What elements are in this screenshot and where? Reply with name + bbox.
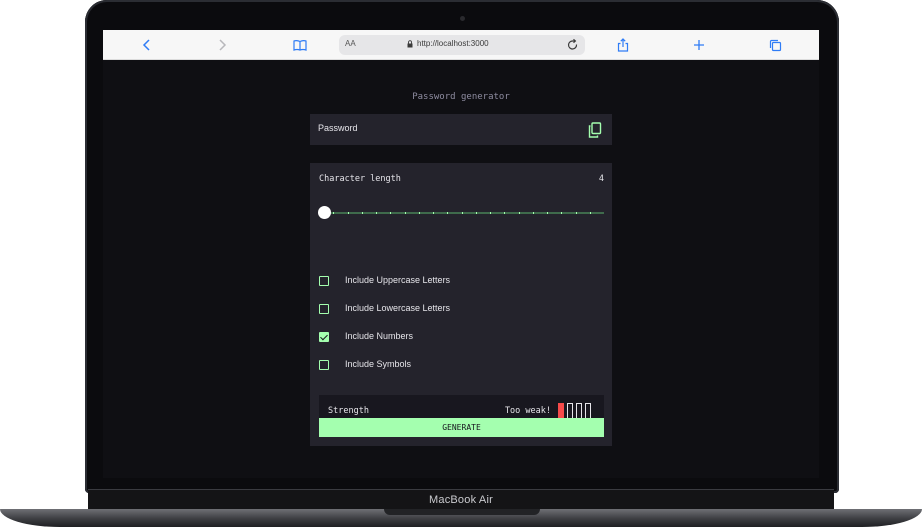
settings-panel: Character length 4 Include Uppercase Let…	[310, 163, 612, 446]
slider-tick	[447, 212, 449, 214]
laptop-hinge: MacBook Air	[88, 489, 834, 511]
new-tab-button[interactable]	[690, 36, 708, 54]
forward-icon	[219, 39, 227, 51]
option-lowercase[interactable]: Include Lowercase Letters	[319, 302, 519, 316]
uppercase-checkbox[interactable]	[319, 276, 329, 286]
forward-button[interactable]	[213, 36, 231, 54]
slider-tick	[404, 212, 406, 214]
numbers-checkbox[interactable]	[319, 332, 329, 342]
tabs-icon	[769, 39, 781, 51]
back-icon	[142, 39, 150, 51]
slider-tick	[347, 212, 349, 214]
copy-icon	[588, 122, 602, 138]
lowercase-checkbox[interactable]	[319, 304, 329, 314]
new-tab-icon	[694, 40, 704, 50]
slider-tick	[504, 212, 506, 214]
option-label: Include Numbers	[345, 331, 414, 341]
safari-toolbar: AA http://localhost:3000	[103, 30, 819, 60]
camera-icon	[460, 16, 465, 21]
option-label: Include Lowercase Letters	[345, 303, 451, 313]
reload-icon	[567, 38, 578, 50]
slider-tick	[532, 212, 534, 214]
back-button[interactable]	[138, 36, 156, 54]
slider-tick	[490, 212, 491, 214]
slider-tick	[575, 212, 577, 214]
reload-button[interactable]	[565, 37, 581, 53]
share-button[interactable]	[614, 36, 632, 54]
slider-thumb[interactable]	[318, 206, 331, 219]
generate-button[interactable]: GENERATE	[319, 418, 604, 437]
password-display: Password	[310, 114, 612, 145]
slider-tick	[433, 212, 434, 214]
laptop-notch	[384, 509, 540, 515]
length-slider[interactable]	[318, 206, 604, 220]
slider-tick	[333, 212, 335, 214]
slider-tick	[475, 212, 477, 214]
symbols-checkbox[interactable]	[319, 360, 329, 370]
url-text: http://localhost:3000	[417, 39, 489, 48]
browser-window: AA http://localhost:3000 Password genera…	[103, 30, 819, 478]
option-symbols[interactable]: Include Symbols	[319, 358, 519, 372]
device-label: MacBook Air	[429, 494, 493, 506]
password-text: Password	[318, 123, 358, 133]
text-size-button[interactable]: AA	[345, 39, 356, 48]
slider-tick	[376, 212, 377, 214]
option-label: Include Symbols	[345, 359, 412, 369]
option-numbers[interactable]: Include Numbers	[319, 330, 519, 344]
bookmarks-button[interactable]	[291, 36, 309, 54]
bookmarks-icon	[293, 40, 307, 51]
length-row: Character length 4	[319, 174, 604, 188]
slider-tick	[390, 212, 392, 214]
share-icon	[617, 38, 629, 52]
length-value: 4	[598, 174, 604, 184]
strength-label: Strength	[328, 406, 369, 416]
copy-button[interactable]	[588, 122, 602, 138]
lock-icon	[407, 40, 413, 48]
option-label: Include Uppercase Letters	[345, 275, 451, 285]
page-title: Password generator	[412, 92, 510, 102]
address-bar[interactable]: AA http://localhost:3000	[339, 35, 585, 55]
slider-tick	[561, 212, 563, 214]
slider-tick	[547, 212, 548, 214]
strength-value: Too weak!	[504, 406, 551, 416]
length-label: Character length	[319, 174, 401, 184]
slider-tick	[589, 212, 591, 214]
slider-tick	[461, 212, 463, 214]
slider-tick	[361, 212, 363, 214]
slider-tick	[418, 212, 420, 214]
macbook-mockup: AA http://localhost:3000 Password genera…	[0, 0, 922, 530]
tabs-overview-button[interactable]	[766, 36, 784, 54]
laptop-base: MacBook Air	[0, 489, 922, 530]
option-uppercase[interactable]: Include Uppercase Letters	[319, 274, 519, 288]
slider-tick	[518, 212, 520, 214]
